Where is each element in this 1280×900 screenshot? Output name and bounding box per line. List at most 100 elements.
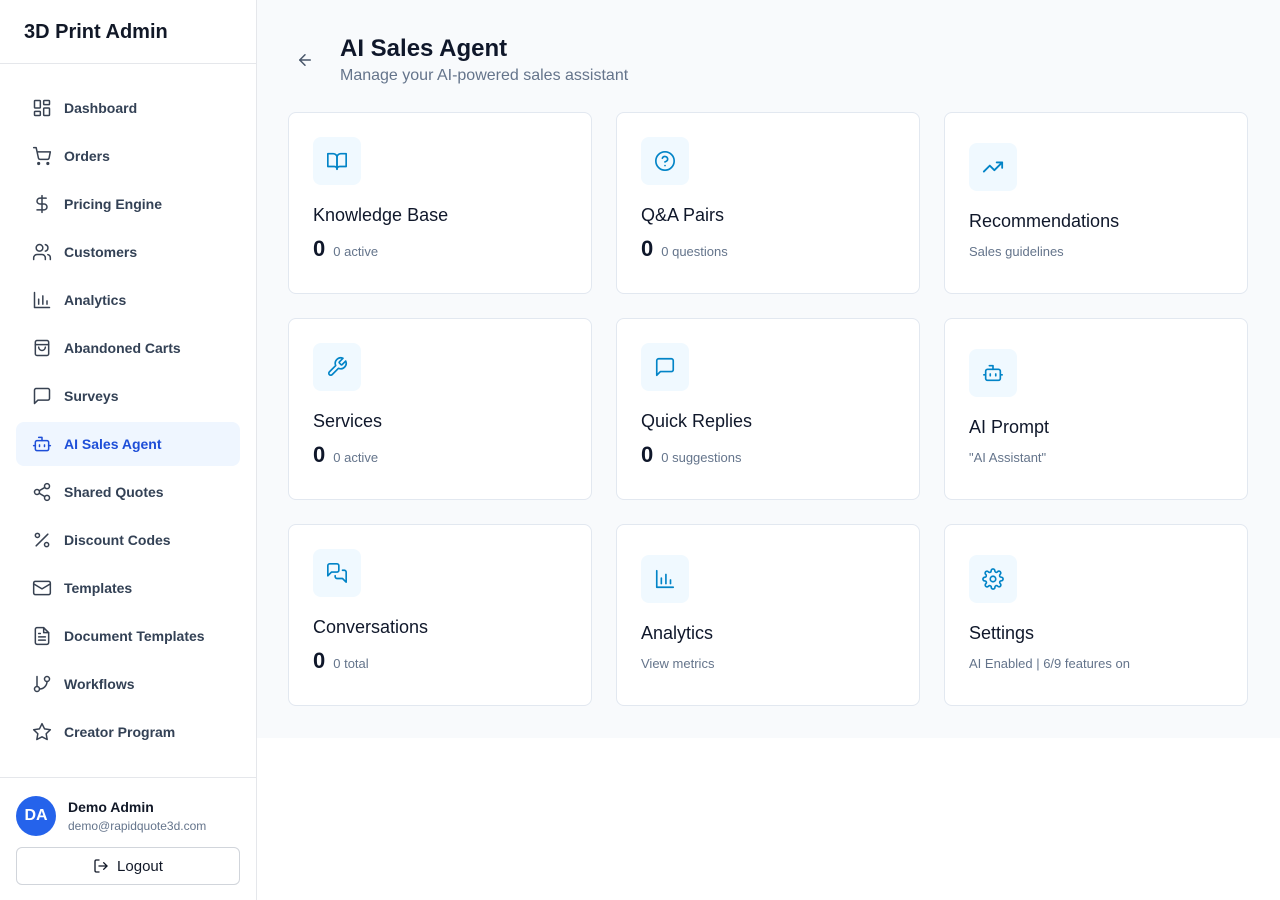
card-stat: 0 0 questions xyxy=(641,236,895,262)
sidebar-item-creator-program[interactable]: Creator Program xyxy=(16,710,240,754)
sidebar-item-label: Templates xyxy=(64,580,133,596)
sidebar-item-abandoned-carts[interactable]: Abandoned Carts xyxy=(16,326,240,370)
sidebar-item-label: Orders xyxy=(64,148,110,164)
stat-label: 0 questions xyxy=(661,244,728,259)
card-stat: 0 0 active xyxy=(313,442,567,468)
sidebar-nav: Dashboard Orders Pricing Engine Customer… xyxy=(16,86,240,758)
stat-label: 0 suggestions xyxy=(661,450,742,465)
sidebar-item-label: Creator Program xyxy=(64,724,176,740)
sidebar-item-label: AI Sales Agent xyxy=(64,436,162,452)
stat-label: 0 total xyxy=(333,656,369,671)
sidebar-item-label: Shared Quotes xyxy=(64,484,164,500)
page-subtitle: Manage your AI-powered sales assistant xyxy=(340,67,629,84)
card-title: Settings xyxy=(969,623,1035,643)
card-description: Sales guidelines xyxy=(969,244,1064,259)
sidebar-item-label: Dashboard xyxy=(64,100,138,116)
logout-icon xyxy=(93,858,109,874)
card-title: Quick Replies xyxy=(641,411,753,431)
stat-count: 0 xyxy=(313,236,326,261)
stat-label: 0 active xyxy=(333,450,379,465)
settings-icon xyxy=(969,555,1017,603)
cart-icon xyxy=(32,146,52,166)
card-conversations[interactable]: Conversations 0 0 total xyxy=(288,524,592,706)
sidebar-item-ai-sales-agent[interactable]: AI Sales Agent xyxy=(16,422,240,466)
card-stat: 0 0 total xyxy=(313,648,567,674)
stat-count: 0 xyxy=(641,236,654,261)
card-stat: 0 0 active xyxy=(313,236,567,262)
sidebar-item-label: Abandoned Carts xyxy=(64,340,181,356)
sidebar-item-shared-quotes[interactable]: Shared Quotes xyxy=(16,470,240,514)
percent-icon xyxy=(32,530,52,550)
back-button[interactable] xyxy=(293,48,317,72)
sidebar-item-discount-codes[interactable]: Discount Codes xyxy=(16,518,240,562)
shopping-bag-icon xyxy=(32,338,52,358)
book-open-icon xyxy=(313,137,361,185)
sidebar-item-label: Analytics xyxy=(64,292,127,308)
card-analytics[interactable]: Analytics View metrics xyxy=(616,524,920,706)
logout-label: Logout xyxy=(117,857,163,875)
sidebar-item-workflows[interactable]: Workflows xyxy=(16,662,240,706)
share-icon xyxy=(32,482,52,502)
sidebar-item-surveys[interactable]: Surveys xyxy=(16,374,240,418)
trending-up-icon xyxy=(969,143,1017,191)
card-services[interactable]: Services 0 0 active xyxy=(288,318,592,500)
card-description: View metrics xyxy=(641,656,715,671)
card-stat: 0 0 suggestions xyxy=(641,442,895,468)
card-title: Knowledge Base xyxy=(313,205,449,225)
card-title: Recommendations xyxy=(969,211,1120,231)
user-name: Demo Admin xyxy=(68,799,154,815)
bot-icon xyxy=(32,434,52,454)
sidebar-item-label: Workflows xyxy=(64,676,135,692)
sidebar-item-pricing-engine[interactable]: Pricing Engine xyxy=(16,182,240,226)
message-square-icon xyxy=(641,343,689,391)
star-icon xyxy=(32,722,52,742)
arrow-left-icon xyxy=(299,54,311,66)
app-title: 3D Print Admin xyxy=(0,0,256,64)
main-content: AI Sales Agent Manage your AI-powered sa… xyxy=(257,0,1280,738)
sidebar-item-label: Discount Codes xyxy=(64,532,171,548)
sidebar-item-document-templates[interactable]: Document Templates xyxy=(16,614,240,658)
card-knowledge-base[interactable]: Knowledge Base 0 0 active xyxy=(288,112,592,294)
card-title: AI Prompt xyxy=(969,417,1050,437)
card-qa-pairs[interactable]: Q&A Pairs 0 0 questions xyxy=(616,112,920,294)
stat-label: 0 active xyxy=(333,244,379,259)
mail-icon xyxy=(32,578,52,598)
card-title: Services xyxy=(313,411,383,431)
user-panel: DA Demo Admin demo@rapidquote3d.com Logo… xyxy=(0,777,256,900)
sidebar-item-templates[interactable]: Templates xyxy=(16,566,240,610)
card-description: AI Enabled | 6/9 features on xyxy=(969,656,1130,671)
card-ai-prompt[interactable]: AI Prompt "AI Assistant" xyxy=(944,318,1248,500)
message-square-icon xyxy=(32,386,52,406)
page-title: AI Sales Agent xyxy=(340,35,508,62)
card-recommendations[interactable]: Recommendations Sales guidelines xyxy=(944,112,1248,294)
sidebar-item-orders[interactable]: Orders xyxy=(16,134,240,178)
sidebar-item-label: Surveys xyxy=(64,388,119,404)
sidebar-item-analytics[interactable]: Analytics xyxy=(16,278,240,322)
wrench-icon xyxy=(313,343,361,391)
users-icon xyxy=(32,242,52,262)
sidebar-item-label: Document Templates xyxy=(64,628,205,644)
stat-count: 0 xyxy=(641,442,654,467)
sidebar: 3D Print Admin Dashboard Orders Pricing … xyxy=(0,0,257,900)
messages-icon xyxy=(313,549,361,597)
dollar-icon xyxy=(32,194,52,214)
file-text-icon xyxy=(32,626,52,646)
user-email: demo@rapidquote3d.com xyxy=(68,819,207,833)
sidebar-item-dashboard[interactable]: Dashboard xyxy=(16,86,240,130)
card-quick-replies[interactable]: Quick Replies 0 0 suggestions xyxy=(616,318,920,500)
card-title: Q&A Pairs xyxy=(641,205,725,225)
stat-count: 0 xyxy=(313,648,326,673)
sidebar-item-label: Pricing Engine xyxy=(64,196,163,212)
logout-button[interactable]: Logout xyxy=(16,847,240,885)
card-description: "AI Assistant" xyxy=(969,450,1047,465)
sidebar-item-customers[interactable]: Customers xyxy=(16,230,240,274)
bar-chart-icon xyxy=(32,290,52,310)
feature-grid: Knowledge Base 0 0 active Q&A Pairs 0 0 … xyxy=(288,112,1248,706)
card-settings[interactable]: Settings AI Enabled | 6/9 features on xyxy=(944,524,1248,706)
help-circle-icon xyxy=(641,137,689,185)
dashboard-icon xyxy=(32,98,52,118)
card-title: Conversations xyxy=(313,617,429,637)
bar-chart-icon xyxy=(641,555,689,603)
bot-icon xyxy=(969,349,1017,397)
git-branch-icon xyxy=(32,674,52,694)
